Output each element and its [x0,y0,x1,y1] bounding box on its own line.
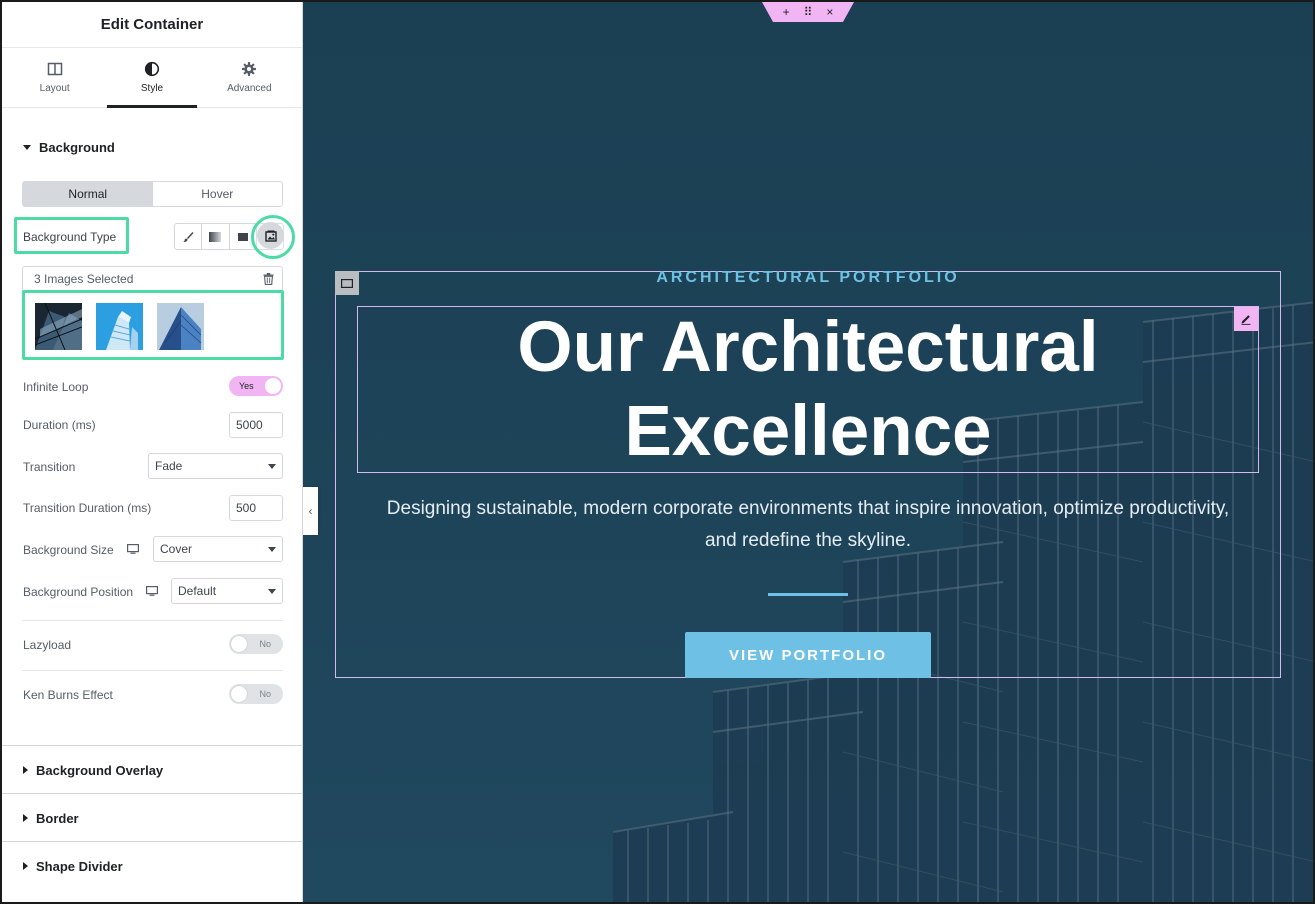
section-label: Shape Divider [36,858,123,874]
tab-layout[interactable]: Layout [6,48,103,107]
heading-line: Excellence [624,392,992,471]
state-switch: Normal Hover [22,181,283,207]
section-handle: + ⠿ × [762,2,854,22]
tab-advanced[interactable]: Advanced [201,48,298,107]
columns-icon [47,62,62,76]
chevron-down-icon [268,463,276,469]
editor-window: Edit Container Layout Style Advanced Bac… [0,0,1315,904]
drag-handle-icon[interactable]: ⠿ [804,5,813,19]
slideshow-type-button[interactable] [257,222,284,249]
caret-right-icon [23,862,28,870]
caret-down-icon [23,144,31,150]
background-position-value: Default [178,584,217,598]
pencil-icon [1241,315,1251,325]
brush-icon [183,231,194,242]
gear-icon [242,62,257,76]
divider [22,620,283,621]
background-position-select[interactable]: Default [171,578,283,604]
edit-widget-button[interactable] [1234,307,1258,331]
desktop-icon[interactable] [127,544,139,554]
tab-advanced-label: Advanced [227,83,272,94]
section-background-label: Background [39,139,115,155]
desktop-icon[interactable] [146,586,158,596]
background-size-label: Background Size [23,543,114,557]
background-size-select[interactable]: Cover [153,536,283,562]
background-type-label: Background Type [23,230,117,244]
divider-line [768,593,848,596]
panel-tabs: Layout Style Advanced [2,48,302,108]
delete-section-button[interactable]: × [826,5,833,19]
panel-header: Edit Container [2,2,302,48]
ken-burns-value: No [259,689,271,699]
toggle-knob [231,636,247,652]
chevron-down-icon [268,546,276,552]
transition-value: Fade [155,459,183,473]
state-hover-tab[interactable]: Hover [152,182,282,206]
section-shape-divider[interactable]: Shape Divider [2,842,144,890]
chevron-down-icon [268,588,276,594]
type-classic-option[interactable] [175,224,203,249]
section-label: Background Overlay [36,762,164,778]
transition-select[interactable]: Fade [148,453,283,479]
contrast-icon [144,61,160,77]
toggle-knob [231,686,247,702]
duration-label: Duration (ms) [23,418,96,432]
infinite-loop-value: Yes [239,381,254,391]
gallery-header: 3 Images Selected [23,267,282,291]
edit-panel: Edit Container Layout Style Advanced Bac… [2,2,303,902]
image-thumbnail[interactable] [157,303,204,350]
slideshow-icon [264,230,277,242]
type-gradient-option[interactable] [202,224,230,249]
caret-right-icon [23,814,28,822]
chevron-left-icon: ‹ [308,504,313,518]
trash-icon[interactable] [263,273,274,285]
infinite-loop-label: Infinite Loop [23,380,89,394]
toggle-knob [265,378,281,394]
view-portfolio-button[interactable]: VIEW PORTFOLIO [685,632,931,678]
transition-duration-label: Transition Duration (ms) [23,501,152,515]
lazyload-value: No [259,639,271,649]
background-position-label: Background Position [23,585,134,599]
tab-layout-label: Layout [39,83,70,94]
video-icon [237,232,248,241]
eyebrow-heading[interactable]: ARCHITECTURAL PORTFOLIO [335,269,1281,287]
panel-title: Edit Container [100,16,204,33]
collapse-panel-handle[interactable]: ‹ [303,487,318,535]
gallery-thumbnails [35,303,204,350]
section-border[interactable]: Border [2,794,100,842]
gallery-count-label: 3 Images Selected [34,272,134,286]
gradient-icon [209,231,222,242]
lazyload-toggle[interactable]: No [229,634,283,654]
main-heading[interactable]: Our Architectural Excellence [357,306,1259,474]
transition-label: Transition [23,460,76,474]
description-text[interactable]: Designing sustainable, modern corporate … [363,493,1253,557]
section-background-overlay[interactable]: Background Overlay [2,746,184,794]
ken-burns-toggle[interactable]: No [229,684,283,704]
tab-style-label: Style [140,83,164,94]
tab-style[interactable]: Style [103,48,200,108]
state-normal-tab[interactable]: Normal [23,182,153,206]
add-section-button[interactable]: + [783,5,790,19]
background-size-value: Cover [160,542,193,556]
description-line: Designing sustainable, modern corporate … [386,498,1230,519]
heading-line: Our Architectural [517,308,1099,387]
divider [22,670,283,671]
section-background[interactable]: Background [2,123,136,171]
image-thumbnail[interactable] [96,303,143,350]
description-line: and redefine the skyline. [705,530,911,551]
infinite-loop-toggle[interactable]: Yes [229,376,283,396]
lazyload-label: Lazyload [23,638,72,652]
page-canvas[interactable]: + ⠿ × ARCHITECTURAL PORTFOLIO Our Archit… [303,2,1313,902]
duration-input[interactable]: 5000 [229,412,283,438]
transition-duration-input[interactable]: 500 [229,495,283,521]
section-label: Border [36,810,79,826]
ken-burns-label: Ken Burns Effect [23,688,113,702]
caret-right-icon [23,766,28,774]
image-thumbnail[interactable] [35,303,82,350]
